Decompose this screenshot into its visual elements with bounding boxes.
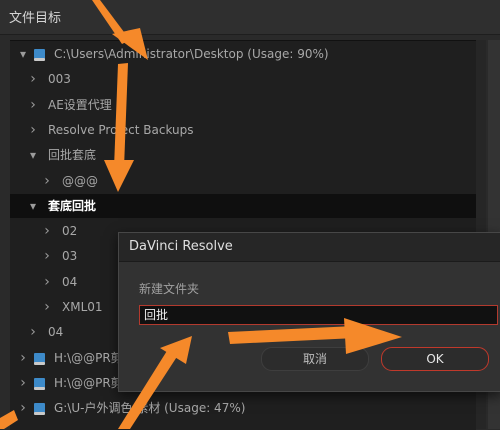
panel-header: 文件目标: [0, 0, 500, 35]
chevron-right-icon[interactable]: ›: [42, 169, 52, 193]
tree-row[interactable]: ▾ 回批套底: [10, 143, 476, 167]
drive-icon: [34, 403, 45, 416]
tree-row-label: 003: [48, 72, 71, 87]
chevron-right-icon[interactable]: ›: [28, 93, 38, 117]
chevron-right-icon[interactable]: ›: [18, 371, 28, 395]
tree-row-label: 套底回批: [48, 198, 97, 213]
tree-row-label: G:\U-户外调色 素材 (Usage: 47%): [54, 401, 246, 416]
tree-row-label: Resolve Project Backups: [48, 122, 194, 137]
dialog-title: DaVinci Resolve: [129, 239, 233, 254]
tree-row[interactable]: ▾ 套底回批: [10, 193, 476, 218]
chevron-down-icon[interactable]: ▾: [28, 143, 38, 167]
tree-row-label: 03: [62, 249, 78, 264]
panel-title: 文件目标: [9, 11, 62, 26]
chevron-down-icon[interactable]: ▾: [18, 42, 28, 66]
new-folder-dialog: DaVinci Resolve 新建文件夹 回批 取消 OK: [118, 232, 500, 392]
tree-row[interactable]: › @@@: [10, 169, 476, 193]
chevron-right-icon[interactable]: ›: [28, 320, 38, 344]
chevron-right-icon[interactable]: ›: [18, 346, 28, 370]
tree-row-label: XML01: [62, 300, 103, 314]
tree-row-label: 04: [62, 274, 78, 289]
tree-row-label: H:\@@PR剪: [54, 350, 123, 365]
chevron-right-icon[interactable]: ›: [42, 244, 52, 268]
chevron-right-icon[interactable]: ›: [28, 118, 38, 142]
chevron-right-icon[interactable]: ›: [18, 396, 28, 420]
tree-row[interactable]: ▾ C:\Users\Administrator\Desktop (Usage: …: [10, 42, 476, 66]
tree-row[interactable]: › Resolve Project Backups: [10, 118, 476, 142]
tree-row-label: C:\Users\Administrator\Desktop (Usage: 9…: [54, 47, 329, 61]
drive-icon: [34, 49, 45, 61]
tree-row-label: 02: [62, 224, 78, 239]
chevron-right-icon[interactable]: ›: [42, 270, 52, 294]
new-folder-label: 新建文件夹: [139, 282, 200, 296]
tree-row[interactable]: › 003: [10, 67, 476, 91]
chevron-right-icon[interactable]: ›: [28, 67, 38, 91]
drive-icon: [34, 352, 45, 365]
ok-button[interactable]: OK: [381, 347, 489, 371]
chevron-down-icon[interactable]: ▾: [28, 194, 38, 218]
tree-row-label: AE设置代理: [48, 97, 112, 112]
tree-row[interactable]: › G:\U-户外调色 素材 (Usage: 47%): [10, 396, 476, 420]
tree-row-label: H:\@@PR剪: [54, 375, 123, 390]
chevron-right-icon[interactable]: ›: [42, 219, 52, 243]
tree-row-label: @@@: [62, 173, 98, 188]
cancel-button[interactable]: 取消: [261, 347, 369, 371]
tree-row-label: 04: [48, 325, 64, 340]
chevron-right-icon[interactable]: ›: [42, 295, 52, 319]
tree-row-label: 回批套底: [48, 148, 97, 163]
dialog-titlebar[interactable]: DaVinci Resolve: [119, 233, 500, 262]
tree-row[interactable]: › AE设置代理: [10, 93, 476, 117]
folder-name-input[interactable]: 回批: [139, 305, 498, 325]
drive-icon: [34, 377, 45, 390]
